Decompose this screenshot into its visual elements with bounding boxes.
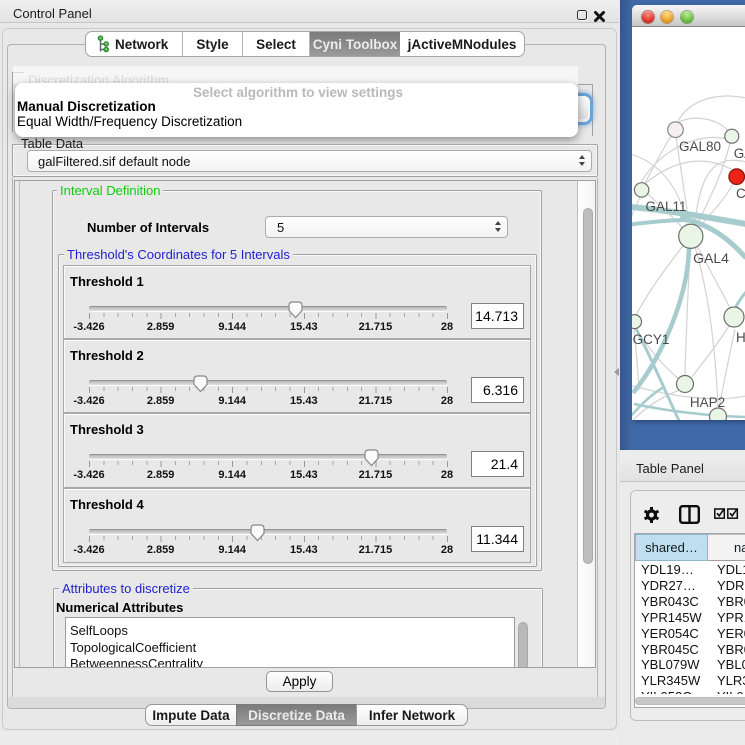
svg-text:C: C [736,186,745,201]
svg-text:GCY1: GCY1 [633,332,670,347]
svg-text:GAL80: GAL80 [679,139,721,154]
svg-text:HAP2: HAP2 [690,395,725,410]
svg-text:GA: GA [734,146,745,161]
svg-text:GAL4: GAL4 [693,250,729,266]
svg-text:H: H [736,330,745,345]
svg-text:GAL11: GAL11 [645,199,686,214]
